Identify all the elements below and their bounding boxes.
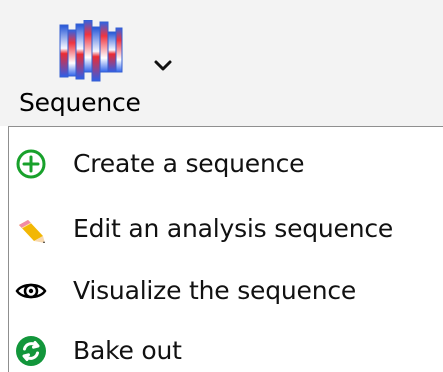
edit-analysis-sequence-label: Edit an analysis sequence <box>73 214 394 243</box>
eye-icon <box>14 274 48 308</box>
visualize-sequence-label: Visualize the sequence <box>73 276 357 305</box>
sequence-dropdown-button[interactable]: Sequence <box>10 0 173 126</box>
ribbon-toolbar: Sequence <box>0 0 443 126</box>
sequence-menu-screen: Sequence Create a sequence Edit an analy… <box>0 0 443 372</box>
refresh-circle-icon <box>14 334 48 368</box>
menu-item-create-sequence[interactable]: Create a sequence <box>9 135 443 191</box>
sequence-dropdown-menu: Create a sequence Edit an analysis seque… <box>8 126 443 372</box>
sequence-button-label: Sequence <box>19 88 141 117</box>
add-circle-icon <box>14 147 48 181</box>
menu-item-edit-analysis-sequence[interactable]: Edit an analysis sequence <box>9 200 443 256</box>
sequence-bars-icon <box>58 19 124 82</box>
menu-item-bake-out[interactable]: Bake out <box>9 322 443 372</box>
pencil-icon <box>14 212 48 246</box>
chevron-down-icon[interactable] <box>153 58 173 72</box>
create-sequence-label: Create a sequence <box>73 149 305 178</box>
bake-out-label: Bake out <box>73 336 182 365</box>
menu-item-visualize-sequence[interactable]: Visualize the sequence <box>9 262 443 318</box>
